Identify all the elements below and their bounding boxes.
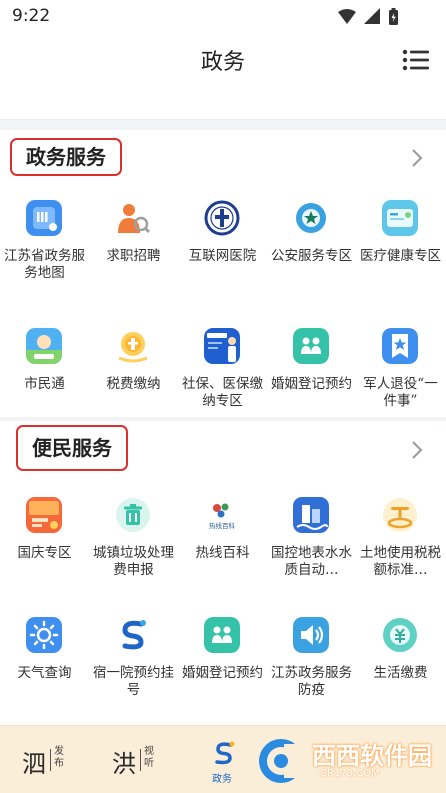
map-book-icon — [26, 200, 62, 236]
trash-bin-icon — [116, 498, 150, 532]
service-label: 军人退役“一件事” — [363, 376, 438, 409]
hospital-s-logo-icon — [122, 620, 146, 650]
watermark: 西西软件园 CR173.COM — [250, 734, 440, 786]
service-label: 互联网医院 — [188, 248, 257, 264]
tax-coin-icon — [118, 332, 148, 363]
tab-main-char: 泗 — [22, 750, 46, 778]
status-icons — [338, 8, 398, 25]
service-label: 宿一院预约挂号 — [93, 665, 174, 698]
service-label: 求职招聘 — [106, 248, 161, 264]
service-label: 天气查询 — [17, 665, 72, 681]
signal-icon — [364, 8, 380, 24]
service-label: 市民通 — [24, 376, 65, 392]
section-title: 政务服务 — [10, 138, 122, 176]
battery-icon — [389, 8, 398, 25]
service-label: 公安服务专区 — [271, 248, 352, 264]
section-header: 政务服务 — [0, 130, 446, 188]
service-label: 生活缴费 — [373, 665, 428, 681]
service-item[interactable]: 医疗健康专区 — [356, 190, 445, 308]
blank-banner — [0, 84, 446, 120]
list-menu-icon[interactable] — [402, 48, 430, 72]
service-label: 社保、医保缴纳专区 — [182, 376, 263, 409]
bill-payment-icon — [383, 618, 417, 652]
section-header: 便民服务 — [0, 421, 446, 479]
status-time: 9:22 — [12, 6, 51, 26]
hotline-baike-icon: 热线百科 — [209, 503, 236, 530]
tab-main-char: 洪 — [112, 750, 136, 778]
service-label: 热线百科 — [195, 545, 250, 561]
job-person-icon — [118, 204, 151, 234]
watermark-logo-icon — [259, 739, 314, 783]
page-title: 政务 — [200, 50, 245, 75]
service-item[interactable]: 生活缴费 — [356, 607, 445, 725]
citizen-card-icon — [26, 328, 62, 364]
tab-sub-label: 发布 — [54, 746, 64, 769]
water-station-icon — [293, 497, 329, 533]
wifi-icon — [338, 9, 356, 24]
service-item[interactable]: 宿一院预约挂号 — [89, 607, 178, 725]
insurance-banner-icon — [204, 328, 240, 364]
weather-sun-icon — [26, 617, 62, 653]
service-item[interactable]: 国庆专区 — [0, 487, 89, 605]
health-card-icon — [382, 200, 418, 236]
bottom-tab-bar: 泗 发布 洪 视听 政务 西西软件园 CR173.COM — [0, 725, 446, 793]
status-bar: 9:22 — [0, 0, 446, 32]
service-label: 土地使用税税额标准… — [360, 545, 441, 578]
land-tax-icon — [383, 498, 417, 532]
service-label: 医疗健康专区 — [360, 248, 441, 264]
tab-sub-label: 视听 — [144, 746, 154, 769]
service-item[interactable]: 热线百科 热线百科 — [178, 487, 267, 605]
hospital-emblem-icon — [204, 200, 240, 236]
national-day-icon — [26, 497, 62, 533]
tab-release[interactable]: 泗 发布 — [22, 726, 78, 793]
speaker-icon — [293, 617, 329, 653]
section-gap — [0, 120, 446, 130]
logo-text: 热线百科 — [209, 521, 236, 530]
gov-s-logo-icon — [215, 741, 235, 765]
service-label: 婚姻登记预约 — [271, 376, 352, 392]
tab-divider — [50, 749, 51, 771]
service-item[interactable]: 婚姻登记预约 — [178, 607, 267, 725]
watermark-subtext: CR173.COM — [320, 768, 380, 779]
tab-media[interactable]: 洪 视听 — [112, 726, 168, 793]
tab-label: 政务 — [212, 774, 232, 785]
section-gov-services: 政务服务 江苏省政务服务地图 求职招聘 互联网医院 公安服务专区 医疗健康专区 … — [0, 130, 446, 417]
watermark-text: 西西软件园 — [312, 742, 432, 770]
section-title: 便民服务 — [16, 425, 128, 471]
app-header: 政务 — [0, 32, 446, 84]
chevron-right-icon[interactable] — [410, 439, 424, 461]
service-item[interactable]: 公安服务专区 — [267, 190, 356, 308]
service-item[interactable]: 土地使用税税额标准… — [356, 487, 445, 605]
marriage-couple-icon — [204, 617, 240, 653]
marriage-couple-icon — [293, 328, 329, 364]
service-label: 江苏政务服务防疫 — [271, 665, 352, 698]
veteran-star-icon — [382, 328, 418, 364]
service-item[interactable]: 江苏政务服务防疫 — [267, 607, 356, 725]
tab-gov-affairs[interactable]: 政务 — [204, 726, 244, 793]
service-item[interactable]: 城镇垃圾处理费申报 — [89, 487, 178, 605]
service-item[interactable]: 国控地表水水质自动… — [267, 487, 356, 605]
service-item[interactable]: 互联网医院 — [178, 190, 267, 308]
service-label: 税费缴纳 — [106, 376, 161, 392]
chevron-right-icon[interactable] — [410, 147, 424, 169]
police-badge-icon — [296, 203, 326, 233]
tab-divider — [140, 749, 141, 771]
section-convenience-services: 便民服务 国庆专区 城镇垃圾处理费申报 热线百科 热线百科 国控地表水水质自动…… — [0, 421, 446, 715]
service-item[interactable]: 天气查询 — [0, 607, 89, 725]
service-item[interactable]: 求职招聘 — [89, 190, 178, 308]
service-label: 江苏省政务服务地图 — [4, 248, 85, 281]
service-label: 城镇垃圾处理费申报 — [93, 545, 174, 578]
service-label: 国庆专区 — [17, 545, 72, 561]
service-item[interactable]: 江苏省政务服务地图 — [0, 190, 89, 308]
service-label: 婚姻登记预约 — [182, 665, 263, 681]
service-label: 国控地表水水质自动… — [271, 545, 352, 578]
